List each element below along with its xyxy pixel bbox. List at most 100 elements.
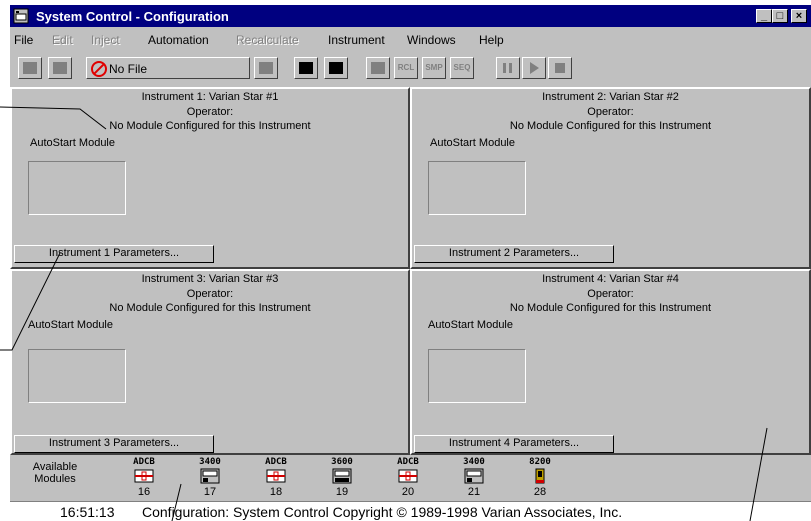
instrument-title: Instrument 3: Varian Star #3 xyxy=(141,273,279,285)
instrument-title: Instrument 4: Varian Star #4 xyxy=(542,273,679,285)
sample-list-button[interactable]: SMP xyxy=(422,57,446,79)
instrument-panel-2: Instrument 2: Varian Star #2 Operator: N… xyxy=(410,87,811,269)
gc-3400-icon xyxy=(200,468,220,484)
modules-label: Modules xyxy=(34,473,76,485)
menu-windows[interactable]: Windows xyxy=(407,33,456,47)
module-name: ADCB xyxy=(133,457,155,467)
folder-icon xyxy=(259,62,273,74)
instrument-3-parameters-button[interactable]: Instrument 3 Parameters... xyxy=(14,435,214,453)
pause-button[interactable] xyxy=(496,57,520,79)
autostart-module-slot[interactable] xyxy=(428,161,526,215)
adc-board-icon xyxy=(134,469,154,483)
operator-label: Operator: xyxy=(587,106,634,118)
seq-label: SEQ xyxy=(453,63,471,72)
menu-edit[interactable]: Edit xyxy=(52,33,73,47)
instrument-status: No Module Configured for this Instrument xyxy=(509,120,712,132)
status-time: 16:51:13 xyxy=(60,504,115,520)
adc-board-icon xyxy=(266,469,286,483)
module-3600-19[interactable]: 3600 19 xyxy=(322,457,362,499)
instrument-panel-1: Instrument 1: Varian Star #1 Operator: N… xyxy=(10,87,410,269)
open-folder-icon xyxy=(53,62,67,74)
module-name: 8200 xyxy=(529,457,551,467)
autostart-label: AutoStart Module xyxy=(30,137,115,149)
instrument-panels: Instrument 1: Varian Star #1 Operator: N… xyxy=(10,87,811,455)
open-button[interactable] xyxy=(48,57,72,79)
module-number: 18 xyxy=(269,486,283,498)
autosampler-8200-icon xyxy=(535,468,545,484)
gc-3600-icon xyxy=(332,468,352,484)
new-button[interactable] xyxy=(18,57,42,79)
module-name: 3600 xyxy=(331,457,353,467)
module-name: ADCB xyxy=(397,457,419,467)
menu-instrument[interactable]: Instrument xyxy=(328,33,385,47)
instrument-4-parameters-button[interactable]: Instrument 4 Parameters... xyxy=(414,435,614,453)
module-number: 16 xyxy=(137,486,151,498)
available-modules-bar: Available Modules ADCB 16 3400 17 ADCB 1… xyxy=(10,455,811,501)
inject-button[interactable] xyxy=(366,57,390,79)
no-file-icon xyxy=(91,61,107,77)
operator-label: Operator: xyxy=(186,106,234,118)
menu-automation[interactable]: Automation xyxy=(148,33,209,47)
instrument-status: No Module Configured for this Instrument xyxy=(509,302,712,314)
module-number: 28 xyxy=(533,486,547,498)
rcl-label: RCL xyxy=(397,63,415,72)
instrument-panel-4: Instrument 4: Varian Star #4 Operator: N… xyxy=(410,269,811,455)
method-edit-icon xyxy=(299,62,313,74)
stop-icon xyxy=(555,63,565,73)
maximize-button[interactable]: □ xyxy=(772,9,788,23)
module-number: 19 xyxy=(335,486,349,498)
instrument-panel-3: Instrument 3: Varian Star #3 Operator: N… xyxy=(10,269,410,455)
autostart-module-slot[interactable] xyxy=(28,349,126,403)
browse-file-button[interactable] xyxy=(254,57,278,79)
module-adcb-16[interactable]: ADCB 16 xyxy=(124,457,164,499)
method-activate-icon xyxy=(329,62,343,74)
close-button[interactable]: × xyxy=(791,9,807,23)
menu-help[interactable]: Help xyxy=(479,33,504,47)
new-file-icon xyxy=(23,62,37,74)
instrument-title: Instrument 1: Varian Star #1 xyxy=(141,91,279,103)
system-control-app-icon[interactable] xyxy=(13,8,29,24)
module-name: 3400 xyxy=(463,457,485,467)
operator-label: Operator: xyxy=(587,288,634,300)
gc-3400-icon xyxy=(464,468,484,484)
recalc-list-button[interactable]: RCL xyxy=(394,57,418,79)
autostart-label: AutoStart Module xyxy=(430,137,515,149)
module-name: 3400 xyxy=(199,457,221,467)
title-bar[interactable]: System Control - Configuration _ □ × xyxy=(10,5,811,27)
file-selector[interactable]: No File xyxy=(86,57,250,79)
sequence-button[interactable]: SEQ xyxy=(450,57,474,79)
smp-label: SMP xyxy=(425,63,443,72)
file-selector-label: No File xyxy=(109,62,148,76)
minimize-button[interactable]: _ xyxy=(756,9,772,23)
module-number: 17 xyxy=(203,486,217,498)
autostart-label: AutoStart Module xyxy=(428,319,513,331)
menu-inject[interactable]: Inject xyxy=(91,33,120,47)
minimize-icon: _ xyxy=(760,10,768,22)
module-8200-28[interactable]: 8200 28 xyxy=(520,457,560,499)
window-title: System Control - Configuration xyxy=(36,9,229,24)
menu-recalculate[interactable]: Recalculate xyxy=(236,33,299,47)
menu-bar: File Edit Inject Automation Recalculate … xyxy=(10,31,811,49)
start-button[interactable] xyxy=(522,57,546,79)
module-name: ADCB xyxy=(265,457,287,467)
maximize-icon: □ xyxy=(776,10,784,22)
autostart-module-slot[interactable] xyxy=(28,161,126,215)
module-3400-21[interactable]: 3400 21 xyxy=(454,457,494,499)
activate-method-button[interactable] xyxy=(324,57,348,79)
instrument-2-parameters-button[interactable]: Instrument 2 Parameters... xyxy=(414,245,614,263)
module-3400-17[interactable]: 3400 17 xyxy=(190,457,230,499)
autostart-module-slot[interactable] xyxy=(428,349,526,403)
available-label: Available xyxy=(32,461,78,473)
edit-method-button[interactable] xyxy=(294,57,318,79)
instrument-status: No Module Configured for this Instrument xyxy=(109,302,311,314)
module-adcb-20[interactable]: ADCB 20 xyxy=(388,457,428,499)
play-icon xyxy=(530,62,539,74)
instrument-1-parameters-button[interactable]: Instrument 1 Parameters... xyxy=(14,245,214,263)
stop-button[interactable] xyxy=(548,57,572,79)
operator-label: Operator: xyxy=(186,288,234,300)
inject-icon xyxy=(371,62,385,74)
adc-board-icon xyxy=(398,469,418,483)
module-adcb-18[interactable]: ADCB 18 xyxy=(256,457,296,499)
status-message: Configuration: System Control Copyright … xyxy=(142,504,623,520)
menu-file[interactable]: File xyxy=(14,33,33,47)
